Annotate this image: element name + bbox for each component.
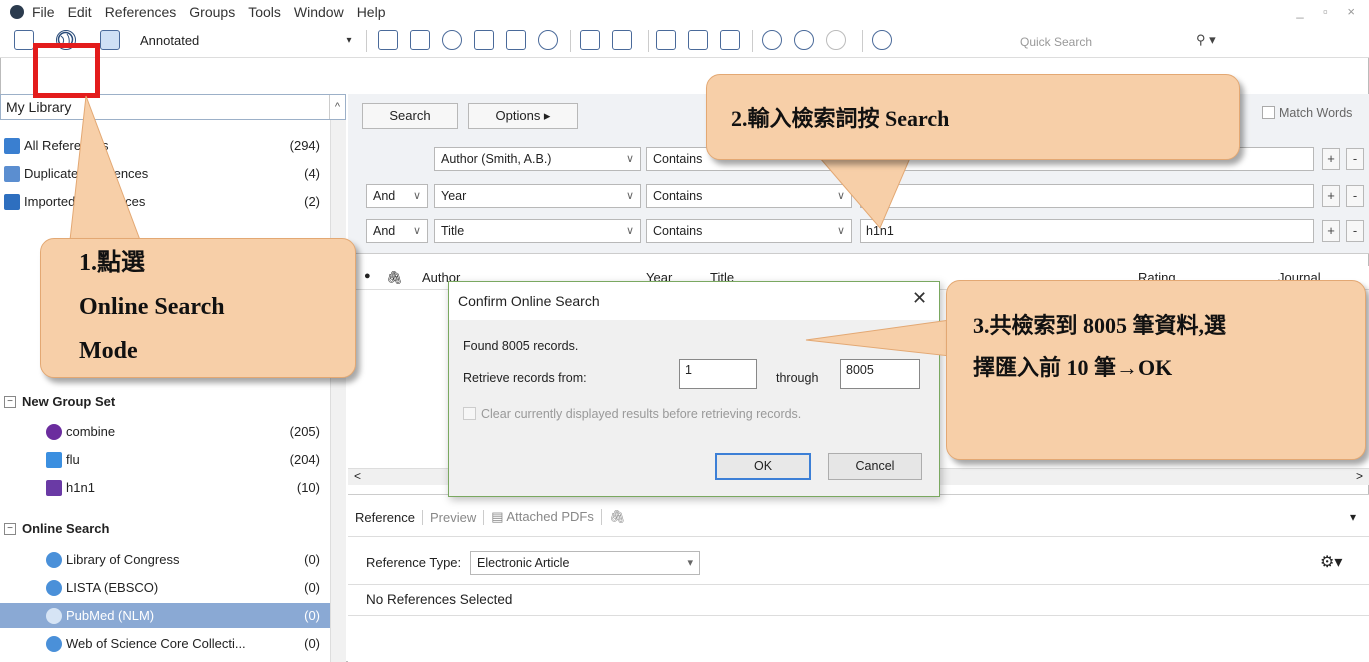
callout-step1: 1.點選 Online Search Mode bbox=[40, 238, 356, 378]
callout-step3: 3.共檢索到 8005 筆資料,選 擇匯入前 10 筆→OK bbox=[946, 280, 1366, 460]
callout2-pointer bbox=[818, 157, 911, 229]
callout3-pointer bbox=[805, 319, 951, 357]
callout-step2: 2.輸入檢索詞按 Search bbox=[706, 74, 1240, 160]
callout1-pointer bbox=[69, 95, 141, 241]
